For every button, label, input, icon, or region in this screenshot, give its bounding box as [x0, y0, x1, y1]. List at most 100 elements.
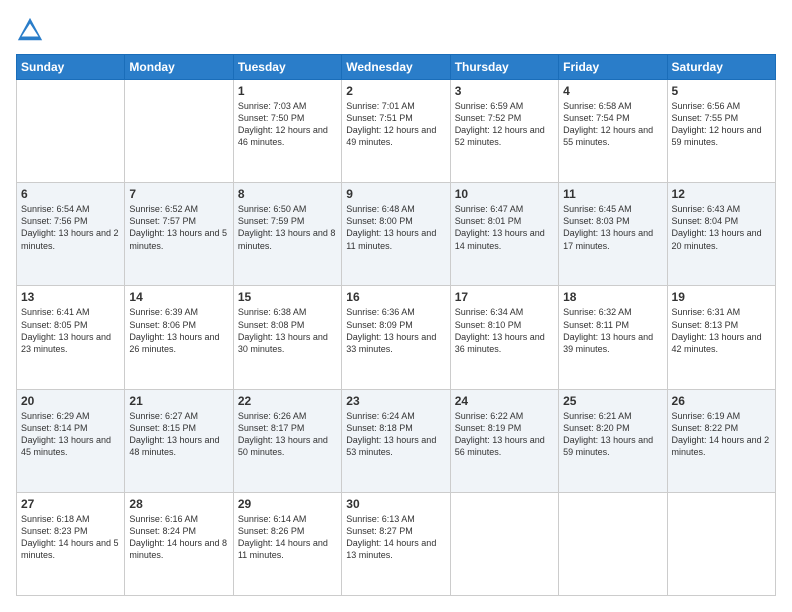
cell-sunrise: Sunrise: 7:03 AM — [238, 101, 307, 111]
calendar-cell: 12Sunrise: 6:43 AMSunset: 8:04 PMDayligh… — [667, 183, 775, 286]
cell-daylight: Daylight: 13 hours and 53 minutes. — [346, 435, 436, 457]
calendar-cell — [559, 492, 667, 595]
cell-sunrise: Sunrise: 6:14 AM — [238, 514, 307, 524]
calendar-week-row: 20Sunrise: 6:29 AMSunset: 8:14 PMDayligh… — [17, 389, 776, 492]
cell-sunrise: Sunrise: 6:52 AM — [129, 204, 198, 214]
cell-daylight: Daylight: 12 hours and 55 minutes. — [563, 125, 653, 147]
calendar-cell: 30Sunrise: 6:13 AMSunset: 8:27 PMDayligh… — [342, 492, 450, 595]
day-number: 1 — [238, 84, 337, 98]
cell-sunrise: Sunrise: 6:43 AM — [672, 204, 741, 214]
cell-sunset: Sunset: 8:15 PM — [129, 423, 196, 433]
day-number: 8 — [238, 187, 337, 201]
day-number: 4 — [563, 84, 662, 98]
logo-icon — [16, 16, 44, 44]
cell-sunset: Sunset: 8:04 PM — [672, 216, 739, 226]
cell-sunset: Sunset: 7:54 PM — [563, 113, 630, 123]
calendar-cell: 8Sunrise: 6:50 AMSunset: 7:59 PMDaylight… — [233, 183, 341, 286]
weekday-header: Tuesday — [233, 55, 341, 80]
calendar-cell: 16Sunrise: 6:36 AMSunset: 8:09 PMDayligh… — [342, 286, 450, 389]
cell-sunrise: Sunrise: 6:36 AM — [346, 307, 415, 317]
cell-daylight: Daylight: 13 hours and 56 minutes. — [455, 435, 545, 457]
cell-sunset: Sunset: 8:13 PM — [672, 320, 739, 330]
cell-sunset: Sunset: 8:26 PM — [238, 526, 305, 536]
cell-sunset: Sunset: 8:22 PM — [672, 423, 739, 433]
cell-daylight: Daylight: 14 hours and 2 minutes. — [672, 435, 770, 457]
cell-sunrise: Sunrise: 6:13 AM — [346, 514, 415, 524]
day-number: 12 — [672, 187, 771, 201]
day-number: 21 — [129, 394, 228, 408]
cell-daylight: Daylight: 13 hours and 48 minutes. — [129, 435, 219, 457]
calendar-cell — [450, 492, 558, 595]
calendar-week-row: 13 Sunrise: 6:41 AM Sunset: 8:05 PM Dayligh… — [17, 286, 776, 389]
cell-daylight: Daylight: 13 hours and 33 minutes. — [346, 332, 436, 354]
day-number: 2 — [346, 84, 445, 98]
day-number: 26 — [672, 394, 771, 408]
calendar-cell: 29Sunrise: 6:14 AMSunset: 8:26 PMDayligh… — [233, 492, 341, 595]
cell-daylight: Daylight: 13 hours and 11 minutes. — [346, 228, 436, 250]
calendar-cell: 10Sunrise: 6:47 AMSunset: 8:01 PMDayligh… — [450, 183, 558, 286]
calendar-cell: 4Sunrise: 6:58 AMSunset: 7:54 PMDaylight… — [559, 80, 667, 183]
cell-daylight: Daylight: 13 hours and 45 minutes. — [21, 435, 111, 457]
day-number: 10 — [455, 187, 554, 201]
cell-daylight: Daylight: 13 hours and 5 minutes. — [129, 228, 227, 250]
calendar-cell: 13Sunrise: 6:41 AMSunset: 8:05 PMDayligh… — [17, 286, 125, 389]
cell-sunrise: Sunrise: 6:22 AM — [455, 411, 524, 421]
cell-sunset: Sunset: 8:10 PM — [455, 320, 522, 330]
cell-sunset: Sunset: 8:18 PM — [346, 423, 413, 433]
cell-daylight: Daylight: 12 hours and 59 minutes. — [672, 125, 762, 147]
cell-sunrise: Sunrise: 6:27 AM — [129, 411, 198, 421]
cell-sunset: Sunset: 7:56 PM — [21, 216, 88, 226]
cell-sunset: Sunset: 8:20 PM — [563, 423, 630, 433]
calendar-cell: 22Sunrise: 6:26 AMSunset: 8:17 PMDayligh… — [233, 389, 341, 492]
cell-sunrise: Sunrise: 6:19 AM — [672, 411, 741, 421]
day-number: 22 — [238, 394, 337, 408]
cell-sunrise: Sunrise: 7:01 AM — [346, 101, 415, 111]
day-number: 30 — [346, 497, 445, 511]
cell-daylight: Daylight: 14 hours and 13 minutes. — [346, 538, 436, 560]
cell-sunset: Sunset: 8:05 PM — [21, 320, 88, 330]
calendar-week-row: 6 Sunrise: 6:54 AM Sunset: 7:56 PM Daylight… — [17, 183, 776, 286]
cell-sunset: Sunset: 8:24 PM — [129, 526, 196, 536]
calendar-cell: 17Sunrise: 6:34 AMSunset: 8:10 PMDayligh… — [450, 286, 558, 389]
logo — [16, 16, 48, 44]
header — [16, 16, 776, 44]
calendar-cell: 11Sunrise: 6:45 AMSunset: 8:03 PMDayligh… — [559, 183, 667, 286]
cell-daylight: Daylight: 13 hours and 50 minutes. — [238, 435, 328, 457]
cell-sunset: Sunset: 7:59 PM — [238, 216, 305, 226]
day-number: 3 — [455, 84, 554, 98]
calendar-cell: 2Sunrise: 7:01 AMSunset: 7:51 PMDaylight… — [342, 80, 450, 183]
cell-sunrise: Sunrise: 6:21 AM — [563, 411, 632, 421]
cell-sunrise: Sunrise: 6:39 AM — [129, 307, 198, 317]
day-number: 5 — [672, 84, 771, 98]
cell-daylight: Daylight: 13 hours and 30 minutes. — [238, 332, 328, 354]
day-number: 15 — [238, 290, 337, 304]
cell-sunset: Sunset: 7:50 PM — [238, 113, 305, 123]
calendar-cell: 15Sunrise: 6:38 AMSunset: 8:08 PMDayligh… — [233, 286, 341, 389]
day-number: 27 — [21, 497, 120, 511]
cell-sunrise: Sunrise: 6:48 AM — [346, 204, 415, 214]
cell-sunset: Sunset: 8:14 PM — [21, 423, 88, 433]
calendar-cell: 7Sunrise: 6:52 AMSunset: 7:57 PMDaylight… — [125, 183, 233, 286]
calendar-cell: 24Sunrise: 6:22 AMSunset: 8:19 PMDayligh… — [450, 389, 558, 492]
calendar-table: SundayMondayTuesdayWednesdayThursdayFrid… — [16, 54, 776, 596]
cell-sunrise: Sunrise: 6:29 AM — [21, 411, 90, 421]
cell-sunset: Sunset: 8:00 PM — [346, 216, 413, 226]
cell-sunset: Sunset: 8:19 PM — [455, 423, 522, 433]
cell-sunrise: Sunrise: 6:54 AM — [21, 204, 90, 214]
weekday-header: Sunday — [17, 55, 125, 80]
day-number: 14 — [129, 290, 228, 304]
calendar-cell: 25Sunrise: 6:21 AMSunset: 8:20 PMDayligh… — [559, 389, 667, 492]
cell-sunset: Sunset: 7:55 PM — [672, 113, 739, 123]
cell-daylight: Daylight: 13 hours and 17 minutes. — [563, 228, 653, 250]
day-number: 6 — [21, 187, 120, 201]
cell-daylight: Daylight: 12 hours and 49 minutes. — [346, 125, 436, 147]
cell-daylight: Daylight: 12 hours and 46 minutes. — [238, 125, 328, 147]
calendar-cell: 20Sunrise: 6:29 AMSunset: 8:14 PMDayligh… — [17, 389, 125, 492]
day-number: 13 — [21, 290, 120, 304]
cell-sunset: Sunset: 8:23 PM — [21, 526, 88, 536]
page: SundayMondayTuesdayWednesdayThursdayFrid… — [0, 0, 792, 612]
weekday-header: Saturday — [667, 55, 775, 80]
calendar-cell: 3Sunrise: 6:59 AMSunset: 7:52 PMDaylight… — [450, 80, 558, 183]
calendar-cell — [667, 492, 775, 595]
cell-sunrise: Sunrise: 6:41 AM — [21, 307, 90, 317]
